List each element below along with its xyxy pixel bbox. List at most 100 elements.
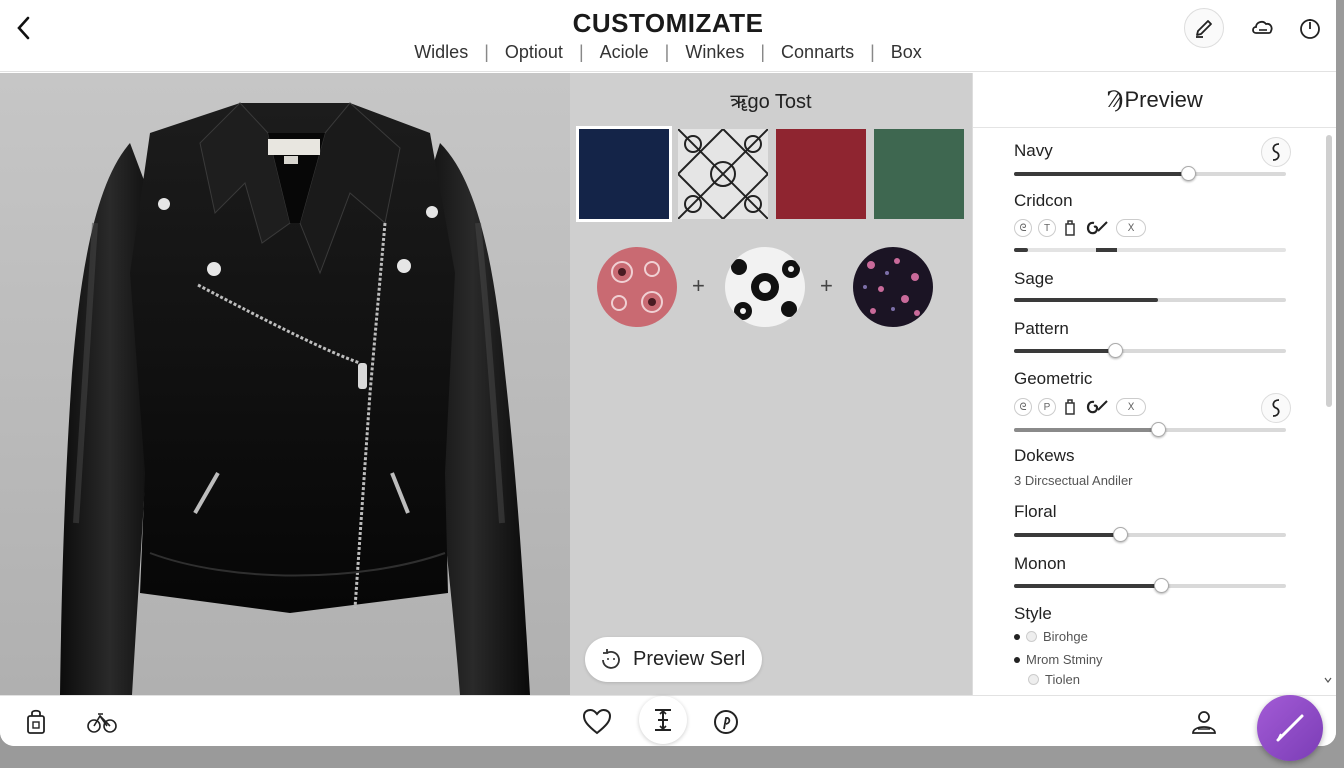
monon-slider-handle[interactable] [1153, 578, 1169, 593]
heart-icon [583, 709, 611, 735]
history-button[interactable] [1290, 8, 1330, 48]
page-title: CUSTOMIZATE [572, 8, 764, 38]
header: CUSTOMIZATE Widles | Optiout | Aciole | … [0, 0, 1336, 72]
align-center-icon [655, 709, 671, 731]
toggle-icon[interactable]: Ⅹ [1116, 219, 1146, 237]
floral-slider-fill [1014, 533, 1121, 537]
floral-slider[interactable] [1014, 527, 1286, 542]
geometric-slider-fill [1014, 428, 1159, 432]
pin-circle-icon [714, 710, 738, 734]
damask-pattern-icon [676, 127, 770, 221]
bullet-dot [1014, 633, 1020, 640]
cloud-button[interactable] [1243, 8, 1283, 48]
pattern-rose[interactable] [597, 247, 677, 327]
option-sage-label: Sage [1014, 269, 1054, 288]
bullet-dot [1014, 656, 1020, 663]
navy-slider-handle[interactable] [1181, 166, 1197, 181]
dark-dotted-pattern-icon [853, 247, 933, 327]
preview-button-label: Preview Serl [633, 648, 746, 670]
app-window: CUSTOMIZATE Widles | Optiout | Aciole | … [0, 0, 1336, 746]
preview-button[interactable]: Preview Serl [585, 637, 762, 682]
sage-slider[interactable] [1014, 298, 1286, 302]
user-icon [1192, 711, 1216, 734]
option-geometric-label: Geometric [1014, 369, 1093, 388]
tab-optiout[interactable]: Optiout [495, 42, 573, 63]
option-navy-label: Navy [1014, 141, 1053, 160]
swatch-green[interactable] [874, 129, 964, 219]
plus-separator: + [692, 273, 705, 298]
tab-divider: | [760, 42, 766, 62]
options-scrollbar[interactable] [1323, 131, 1333, 691]
pinterest-button[interactable] [708, 704, 744, 740]
radio-ring [1028, 674, 1039, 685]
tab-aciole[interactable]: Aciole [590, 42, 659, 63]
bag-button[interactable] [18, 704, 54, 740]
option-dokews-label: Dokews [1014, 446, 1075, 465]
align-button[interactable] [639, 696, 687, 744]
bucket-icon[interactable] [1062, 219, 1078, 237]
style-option[interactable]: Tiolen [1028, 672, 1080, 687]
title-text: Preview [1124, 87, 1203, 112]
bucket-icon[interactable] [1062, 398, 1078, 416]
navy-slider[interactable] [1014, 166, 1286, 181]
swatch-panel: ॠgo Tost + + Preview Serl [570, 73, 972, 695]
tab-connarts[interactable]: Connarts [771, 42, 864, 63]
pen-stroke-icon [1276, 714, 1304, 742]
swatch-navy[interactable] [576, 126, 672, 222]
pattern-slider-handle[interactable] [1107, 343, 1123, 358]
radio-ring [1026, 631, 1037, 642]
swatch-damask[interactable] [676, 127, 770, 221]
black-white-floral-pattern-icon [725, 247, 805, 327]
pattern-bw-floral[interactable] [725, 247, 805, 327]
toggle-icon[interactable]: Ⅹ [1116, 398, 1146, 416]
clock-icon [1300, 19, 1320, 39]
text-icon[interactable]: T [1038, 219, 1056, 237]
option-floral-label: Floral [1014, 502, 1057, 521]
geometric-adjust-button[interactable] [1261, 393, 1291, 423]
favorite-button[interactable] [579, 704, 615, 740]
geometric-slider[interactable] [1014, 422, 1286, 437]
cloud-icon [1252, 20, 1273, 34]
spiral-icon[interactable]: ᘓ [1014, 219, 1032, 237]
draw-fab-button[interactable] [1257, 695, 1323, 761]
option-cridcon-label: Cridcon [1014, 191, 1073, 210]
scrollbar-thumb[interactable] [1326, 135, 1332, 407]
monon-slider[interactable] [1014, 578, 1286, 593]
bicycle-icon [87, 713, 117, 733]
pattern-slider-fill [1014, 349, 1115, 353]
shopping-bag-icon [27, 709, 45, 734]
pattern-dark-dots[interactable] [853, 247, 933, 327]
tab-divider: | [870, 42, 875, 62]
curl-icon[interactable] [1084, 398, 1110, 416]
cridcon-slider[interactable] [1014, 248, 1286, 252]
monon-slider-fill [1014, 584, 1161, 588]
bike-button[interactable] [84, 704, 120, 740]
curl-icon[interactable] [1084, 219, 1110, 237]
pattern-slider[interactable] [1014, 343, 1286, 358]
cridcon-slider-segment [1095, 248, 1118, 252]
tab-widles[interactable]: Widles [404, 42, 478, 63]
navy-slider-fill [1014, 172, 1189, 176]
spiral-icon[interactable]: ᘓ [1014, 398, 1032, 416]
style-option[interactable]: Birohge [1014, 629, 1088, 644]
account-button[interactable] [1186, 704, 1222, 740]
nav-tabs: Widles | Optiout | Aciole | Winkes | Con… [0, 42, 1336, 63]
option-monon-label: Monon [1014, 554, 1066, 573]
style-option-label: Birohge [1043, 629, 1088, 644]
scroll-down-icon[interactable] [1324, 677, 1332, 683]
tab-box[interactable]: Box [881, 42, 932, 63]
refresh-icon [602, 648, 620, 669]
floral-slider-handle[interactable] [1113, 527, 1129, 542]
leather-jacket-image [60, 102, 530, 695]
style-option[interactable]: Mrom Stminy [1014, 652, 1103, 667]
pattern-p-icon[interactable]: P [1038, 398, 1056, 416]
tab-winkes[interactable]: Winkes [675, 42, 754, 63]
tab-divider: | [484, 42, 489, 62]
s-curve-icon [1272, 399, 1280, 417]
swatch-red[interactable] [776, 129, 866, 219]
edit-button[interactable] [1184, 8, 1224, 48]
navy-adjust-button[interactable] [1261, 137, 1291, 167]
geometric-slider-handle[interactable] [1151, 422, 1167, 437]
sage-slider-fill [1014, 298, 1159, 302]
swatch-panel-title: ॠgo Tost [730, 91, 812, 113]
